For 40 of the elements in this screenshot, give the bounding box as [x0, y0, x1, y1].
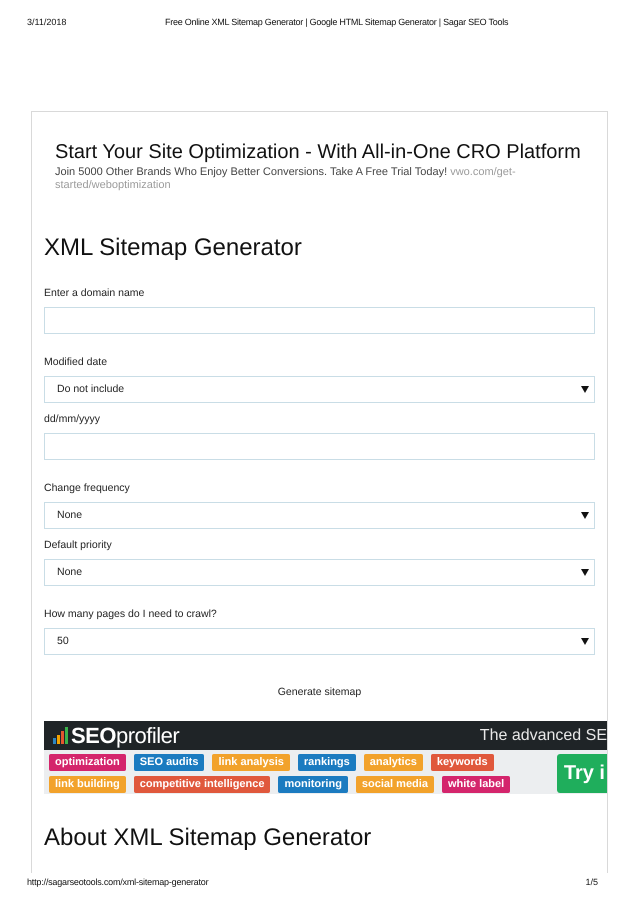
generate-button[interactable]: Generate sitemap — [278, 685, 362, 699]
field-label: How many pages do I need to crawl? — [44, 608, 218, 621]
dropdown[interactable]: None — [44, 502, 595, 529]
document-title: Free Online XML Sitemap Generator | Google HTML Sitemap Generator | Sagar SEO Tools — [165, 16, 508, 28]
tag-label: analytics — [364, 754, 423, 771]
tag-label: link building — [49, 776, 126, 793]
text-input[interactable] — [44, 307, 595, 334]
tag-label: SEO audits — [134, 754, 204, 771]
tag-label: monitoring — [278, 776, 348, 793]
form-title: XML Sitemap Generator — [44, 233, 303, 263]
logo-text: SEOprofiler — [71, 722, 180, 748]
tag-label: white label — [442, 776, 510, 793]
ad-description[interactable]: Join 5000 Other Brands Who Enjoy Better Conversions. Take A Free Trial Today! vwo.com/get-started/weboptimization — [55, 166, 535, 192]
field-label: Enter a domain name — [44, 287, 146, 300]
field-label: dd/mm/yyyy — [44, 413, 102, 426]
caret-icon — [581, 569, 589, 576]
page-url: http://sagarseotools.com/xml-sitemap-generator — [27, 876, 208, 888]
banner-header-bar[interactable]: SEOprofiler The advanced SE — [44, 721, 607, 750]
tag-label: link analysis — [212, 754, 290, 771]
caret-icon — [581, 386, 589, 393]
dropdown[interactable]: Do not include — [44, 376, 595, 403]
page-number: 1/5 — [585, 876, 598, 888]
ad-headline[interactable]: Start Your Site Optimization - With All-in-One CRO Platform — [55, 140, 595, 164]
caret-icon — [581, 512, 589, 519]
tag-label: optimization — [49, 754, 126, 771]
dropdown[interactable]: 50 — [44, 628, 595, 655]
tag-label: competitive intelligence — [134, 776, 270, 793]
field-label: Default priority — [44, 539, 113, 552]
banner-tagline: The advanced SE — [480, 726, 607, 746]
tag-label: social media — [356, 776, 434, 793]
text-input[interactable] — [44, 433, 595, 460]
tag-label: rankings — [298, 754, 356, 771]
bar-chart-icon — [53, 727, 68, 744]
tag-label: keywords — [430, 754, 494, 771]
field-label: Change frequency — [44, 482, 131, 495]
caret-icon — [581, 638, 589, 645]
field-label: Modified date — [44, 356, 108, 369]
dropdown[interactable]: None — [44, 559, 595, 586]
section-heading: About XML Sitemap Generator — [44, 823, 372, 853]
print-date: 3/11/2018 — [27, 16, 68, 28]
